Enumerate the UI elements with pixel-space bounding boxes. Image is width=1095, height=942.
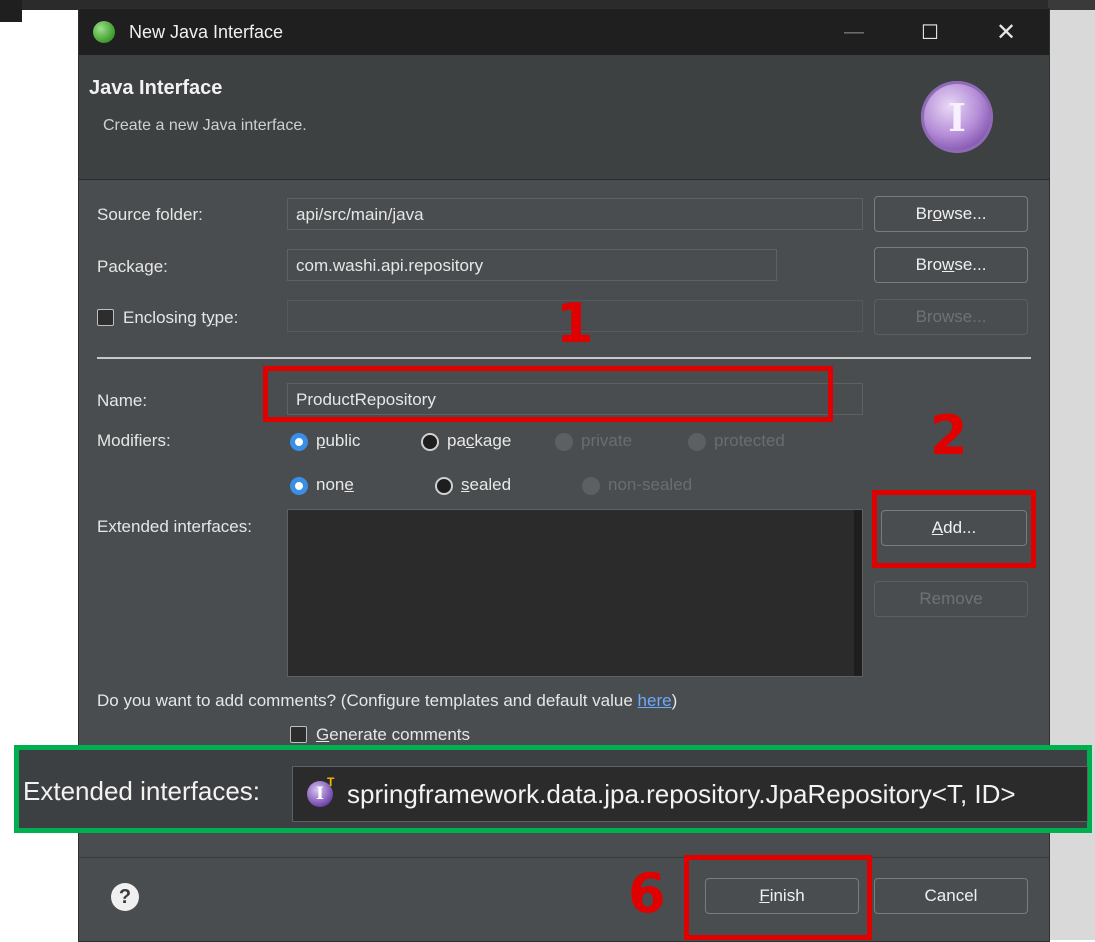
browse-mnemonic: o	[932, 204, 943, 223]
private-radio[interactable]	[555, 433, 573, 451]
package-browse-button[interactable]: Bro w se...	[874, 247, 1028, 283]
extended-interfaces-list[interactable]	[287, 509, 863, 677]
callout-interface-value: springframework.data.jpa.repository.JpaR…	[347, 779, 1016, 809]
annotation-box-name	[263, 366, 833, 422]
label-mnemonic: y	[206, 308, 215, 327]
annotation-number-2: 2	[930, 404, 968, 467]
wizard-header: Java Interface Create a new Java interfa…	[79, 55, 1049, 180]
sealed-radio[interactable]	[435, 477, 453, 495]
public-label: public	[316, 431, 360, 451]
package-field[interactable]: com.washi.api.repository	[287, 249, 777, 281]
help-icon[interactable]: ?	[111, 883, 139, 911]
annotation-number-6: 6	[628, 862, 666, 925]
comments-question: Do you want to add comments? (Configure …	[97, 691, 677, 711]
sealed-label: sealed	[461, 475, 511, 495]
extended-interfaces-callout: Extended interfaces: I T springframework…	[14, 745, 1092, 833]
browse-label-pre: Br	[915, 204, 933, 223]
browse-mnemonic: w	[942, 255, 955, 274]
label-pre: Enclosing t	[123, 308, 207, 327]
package-radio-label: package	[447, 431, 511, 451]
comments-close-paren: )	[671, 691, 678, 710]
dialog-titlebar[interactable]: New Java Interface — ☐ ✕	[79, 9, 1049, 55]
source-folder-field[interactable]: api/src/main/java	[287, 198, 863, 230]
sealed-rest: ealed	[469, 475, 512, 494]
wizard-description: Create a new Java interface.	[103, 117, 307, 134]
non-sealed-radio[interactable]	[582, 477, 600, 495]
annotation-box-add	[872, 490, 1036, 568]
form-separator	[97, 357, 1031, 359]
close-button[interactable]: ✕	[983, 15, 1029, 49]
none-mnemonic: e	[344, 475, 354, 494]
source-folder-browse-button[interactable]: Br o wse...	[874, 196, 1028, 232]
generic-type-badge-icon: T	[327, 775, 335, 789]
generate-comments-label: Generate comments	[316, 725, 470, 745]
list-scrollbar[interactable]	[854, 510, 862, 676]
package-pre: pa	[447, 431, 466, 450]
protected-radio[interactable]	[688, 433, 706, 451]
none-radio[interactable]	[290, 477, 308, 495]
modifiers-label: Modifiers:	[97, 431, 171, 450]
public-radio[interactable]	[290, 433, 308, 451]
callout-label: Extended interfaces:	[23, 776, 261, 806]
enclosing-type-label: Enclosing type:	[123, 308, 238, 328]
footer-separator	[79, 857, 1049, 858]
private-label: private	[581, 431, 633, 450]
generate-rest: enerate comments	[329, 725, 471, 744]
package-post: kage	[474, 431, 512, 450]
background-window-corner	[0, 0, 22, 22]
annotation-number-1: 1	[556, 292, 594, 355]
callout-interface-field: I T springframework.data.jpa.repository.…	[292, 766, 1088, 822]
enclosing-type-checkbox[interactable]	[97, 309, 114, 326]
wizard-title: Java Interface	[89, 77, 223, 99]
name-label: Name:	[97, 391, 148, 410]
none-label: none	[316, 475, 354, 495]
browse-label-pre: Bro	[915, 255, 943, 274]
generate-mnemonic: G	[316, 725, 330, 744]
source-folder-label: Source folder:	[97, 205, 203, 224]
dialog-title: New Java Interface	[129, 22, 284, 42]
generate-comments-checkbox[interactable]	[290, 726, 307, 743]
package-label: Package:	[97, 257, 168, 276]
browse-label-post: se...	[954, 255, 987, 274]
enclosing-type-browse-button[interactable]: Browse...	[874, 299, 1028, 335]
cancel-button[interactable]: Cancel	[874, 878, 1028, 914]
public-rest: ublic	[325, 431, 361, 450]
comments-question-text: Do you want to add comments? (Configure …	[97, 691, 638, 710]
extended-interfaces-label: Extended interfaces:	[97, 517, 252, 536]
package-radio[interactable]	[421, 433, 439, 451]
spring-leaf-icon	[93, 21, 115, 43]
background-right-strip	[1048, 0, 1095, 10]
remove-interface-button[interactable]: Remove	[874, 581, 1028, 617]
annotation-box-finish	[684, 855, 872, 940]
sealed-mnemonic: s	[461, 475, 470, 494]
templates-link[interactable]: here	[638, 691, 672, 710]
protected-label: protected	[714, 431, 785, 450]
interface-emblem-icon: I	[921, 81, 993, 153]
none-pre: non	[316, 475, 345, 494]
non-sealed-label: non-sealed	[608, 475, 693, 494]
minimize-button[interactable]: —	[831, 15, 877, 49]
maximize-button[interactable]: ☐	[907, 15, 953, 49]
browse-label-post: wse...	[942, 204, 987, 223]
label-post: pe:	[214, 308, 239, 327]
